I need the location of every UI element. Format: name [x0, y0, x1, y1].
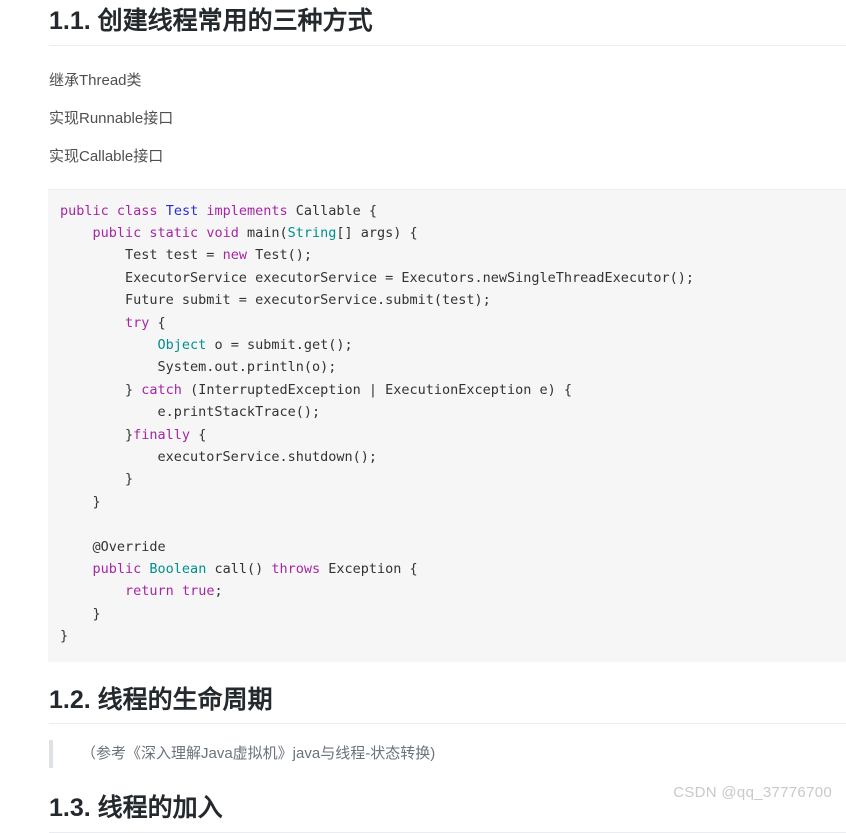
code-token: return: [125, 583, 182, 600]
code-token: @Override: [60, 538, 166, 555]
paragraph-implement-callable: 实现Callable接口: [49, 147, 164, 165]
code-token: new: [222, 247, 256, 264]
code-token: try: [125, 314, 158, 331]
code-token: class: [116, 202, 166, 219]
code-token: }: [60, 381, 142, 398]
code-token: throws: [271, 561, 329, 577]
code-token: }: [60, 426, 134, 443]
code-token: Test: [165, 202, 207, 219]
code-block[interactable]: public class Test implements Callable { …: [48, 188, 846, 662]
code-token: static: [149, 224, 207, 241]
code-token: [] args) {: [336, 224, 418, 241]
code-token: }: [60, 628, 69, 645]
code-token: true: [181, 583, 215, 600]
paragraph-inherit-thread: 继承Thread类: [49, 71, 142, 89]
code-token: Object: [157, 336, 207, 353]
paragraph-implement-runnable: 实现Runnable接口: [49, 109, 174, 127]
code-token: public: [92, 224, 150, 241]
code-token: call(): [214, 561, 272, 577]
code-content: public class Test implements Callable { …: [48, 200, 846, 648]
heading-1-1: 1.1. 创建线程常用的三种方式: [49, 5, 846, 46]
section-1-1-heading-wrap: 1.1. 创建线程常用的三种方式: [0, 5, 846, 46]
code-token: {: [157, 314, 166, 331]
code-token: e.printStackTrace();: [60, 404, 321, 421]
code-token: o = submit.get();: [206, 336, 353, 353]
code-token: ExecutorService executorService = Execut…: [60, 269, 694, 286]
code-token: (InterruptedException | ExecutionExcepti…: [190, 381, 573, 398]
code-token: finally: [133, 426, 199, 443]
heading-1-2: 1.2. 线程的生命周期: [49, 684, 846, 725]
code-token: main(: [246, 224, 288, 241]
article-body: 1.1. 创建线程常用的三种方式 继承Thread类 实现Runnable接口 …: [0, 0, 846, 833]
code-token: Test test =: [60, 247, 223, 264]
code-token: Boolean: [149, 561, 215, 577]
code-token: ;: [214, 583, 223, 600]
code-token: }: [60, 605, 101, 622]
code-token: Exception {: [328, 561, 418, 577]
code-token: Future submit = executorService.submit(t…: [60, 292, 491, 309]
code-token: System.out.println(o);: [60, 359, 337, 376]
code-token: }: [60, 493, 101, 510]
code-token: void: [206, 224, 247, 241]
code-token: public: [60, 202, 117, 219]
code-token: implements: [206, 202, 296, 219]
csdn-watermark: CSDN @qq_37776700: [673, 784, 832, 801]
code-token: String: [287, 224, 337, 241]
code-token: catch: [141, 381, 191, 398]
code-token: public: [92, 561, 150, 577]
code-token: }: [60, 471, 134, 488]
code-token: Callable {: [295, 202, 378, 219]
code-token: Test();: [255, 247, 312, 264]
blockquote-reference: （参考《深入理解Java虚拟机》java与线程-状态转换): [49, 740, 846, 769]
code-token: executorService.shutdown();: [60, 448, 377, 465]
section-1-2-heading-wrap: 1.2. 线程的生命周期: [0, 684, 846, 725]
code-token: {: [198, 426, 207, 443]
